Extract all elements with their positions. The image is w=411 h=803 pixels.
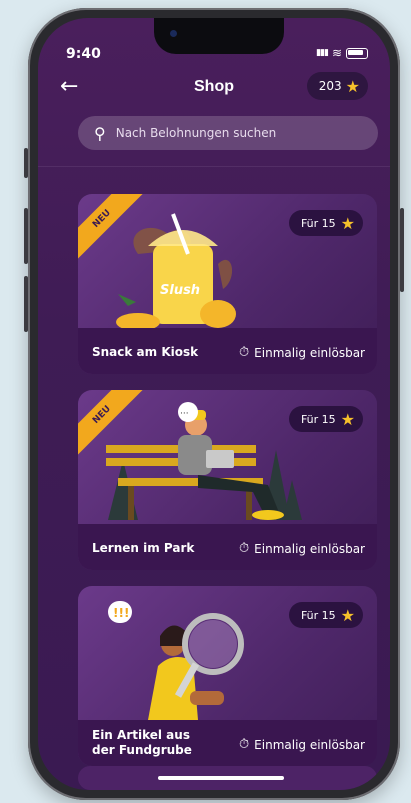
star-balance-badge[interactable]: 203 ★: [306, 72, 368, 100]
battery-icon: [346, 47, 368, 59]
price-badge: Für 15 ★: [288, 210, 363, 236]
notch: [154, 18, 284, 54]
timer-icon: ⏱: [239, 345, 250, 360]
price-badge: Für 15 ★: [288, 602, 363, 628]
timer-icon: ⏱: [239, 541, 250, 556]
home-indicator[interactable]: [158, 776, 284, 780]
mute-switch: [24, 148, 28, 178]
availability: ⏱ Einmalig einlösbar: [239, 345, 365, 360]
timer-icon: ⏱: [239, 737, 250, 752]
star-icon: ★: [345, 76, 360, 96]
card-footer: Lernen im Park ⏱ Einmalig einlösbar: [78, 524, 377, 570]
reward-card-park[interactable]: ··· NEU Für 15 ★ Lernen im Park ⏱ Einmal…: [78, 390, 377, 570]
signal-icon: ▮▮▮: [316, 48, 329, 58]
divider: [38, 166, 390, 167]
availability: ⏱ Einmalig einlösbar: [239, 541, 365, 556]
card-footer: Ein Artikel aus der Fundgrube ⏱ Einmalig…: [78, 720, 377, 766]
screen: 9:40 ▮▮▮ ≋ ← Shop 203 ★ ⚲ Nach Belohnung…: [38, 18, 390, 790]
status-icons: ▮▮▮ ≋: [316, 46, 368, 60]
camera-icon: [170, 30, 177, 37]
price-badge: Für 15 ★: [288, 406, 363, 432]
bubble-alert: !!!: [113, 606, 129, 620]
price-label: Für 15: [300, 412, 336, 426]
phone-frame: 9:40 ▮▮▮ ≋ ← Shop 203 ★ ⚲ Nach Belohnung…: [24, 8, 404, 800]
reward-card-snack[interactable]: Slush NEU Für 15 ★ Snack am Kiosk ⏱ Einm…: [78, 194, 377, 374]
card-title: Snack am Kiosk: [92, 345, 199, 359]
availability: ⏱ Einmalig einlösbar: [239, 737, 365, 752]
search-icon: ⚲: [94, 123, 106, 143]
availability-label: Einmalig einlösbar: [254, 345, 365, 360]
card-title: Lernen im Park: [92, 541, 195, 555]
bubble-dots: ···: [180, 409, 189, 419]
card-footer: Snack am Kiosk ⏱ Einmalig einlösbar: [78, 328, 377, 374]
card-title: Ein Artikel aus der Fundgrube: [92, 728, 192, 757]
balance-value: 203: [318, 79, 342, 93]
wifi-icon: ≋: [331, 46, 342, 60]
power-button: [400, 208, 404, 292]
price-label: Für 15: [300, 216, 336, 230]
volume-down-button: [24, 276, 28, 332]
price-label: Für 15: [300, 608, 336, 622]
search-input[interactable]: ⚲ Nach Belohnungen suchen: [78, 116, 378, 150]
star-icon: ★: [340, 409, 355, 429]
availability-label: Einmalig einlösbar: [254, 541, 365, 556]
search-placeholder: Nach Belohnungen suchen: [115, 126, 277, 140]
header: ← Shop 203 ★: [38, 70, 390, 110]
availability-label: Einmalig einlösbar: [254, 737, 365, 752]
status-time: 9:40: [66, 46, 101, 62]
star-icon: ★: [340, 213, 355, 233]
slush-label: Slush: [160, 283, 200, 298]
volume-up-button: [24, 208, 28, 264]
reward-card-fundgrube[interactable]: !!! Für 15 ★ Ein Artikel aus der Fundgru…: [78, 586, 377, 766]
star-icon: ★: [340, 605, 355, 625]
